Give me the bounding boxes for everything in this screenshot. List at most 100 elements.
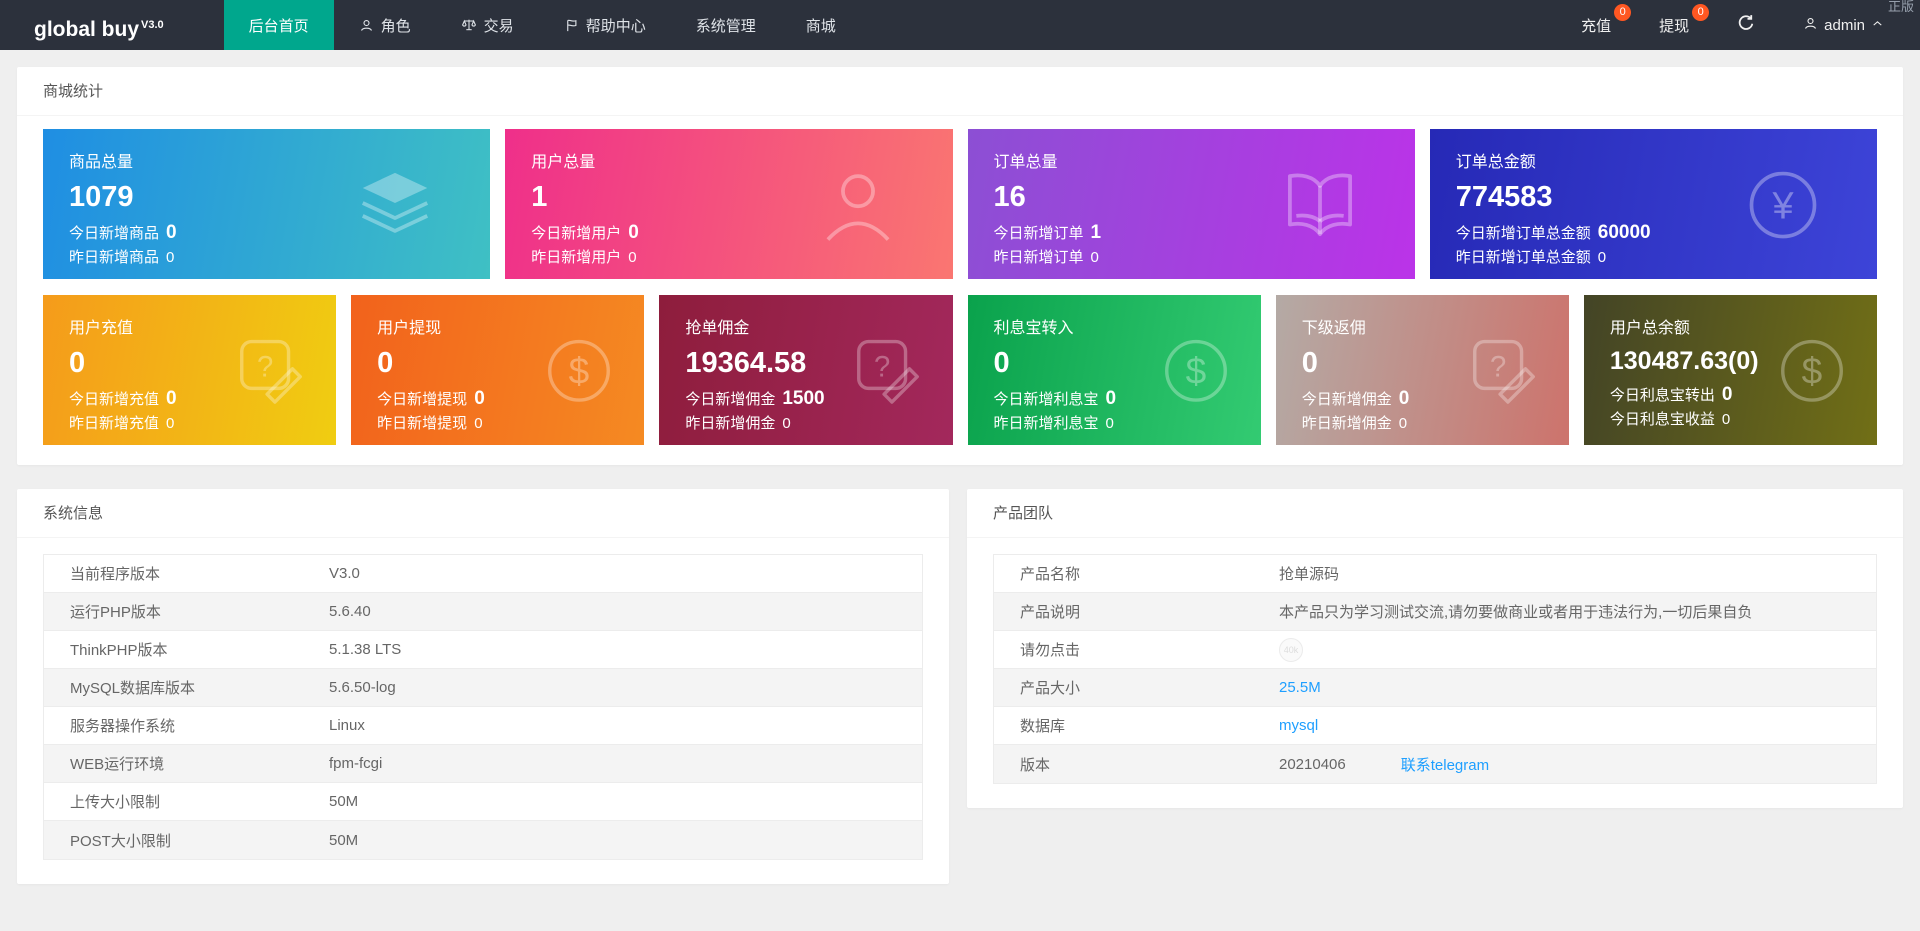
open-book-icon xyxy=(1277,162,1363,253)
refresh-button[interactable] xyxy=(1713,0,1779,50)
table-row: POST大小限制 50M xyxy=(44,821,922,859)
menu-item-dashboard[interactable]: 后台首页 xyxy=(223,0,334,50)
stat-card-user-balance: 用户总余额 130487.63(0) 今日利息宝转出 0 今日利息宝收益 0 $ xyxy=(1583,295,1878,445)
stats-row-1: 商品总量 1079 今日新增商品 0 昨日新增商品 0 用户总量 1 今日新增用户 0… xyxy=(43,129,1877,279)
user-icon xyxy=(359,18,374,33)
row-label: 服务器操作系统 xyxy=(70,718,176,735)
flag-icon xyxy=(564,18,579,33)
version-value: 20210406 xyxy=(1279,755,1346,773)
row-value: 5.6.50-log xyxy=(329,679,396,696)
system-info-panel: 系统信息 当前程序版本 V3.0 运行PHP版本 5.6.40 ThinkPHP版本… xyxy=(17,489,949,884)
withdraw-label: 提现 xyxy=(1659,17,1690,35)
stat-line2-value: 0 xyxy=(474,415,483,432)
stat-line2-label: 昨日新增商品 xyxy=(69,249,160,266)
row-value: 5.6.40 xyxy=(329,603,371,620)
stat-line2-value: 0 xyxy=(1105,415,1114,432)
table-row: 产品大小 25.5M xyxy=(994,669,1876,707)
stat-card-users-total: 用户总量 1 今日新增用户 0 昨日新增用户 0 xyxy=(505,129,953,279)
user-menu[interactable]: admin xyxy=(1779,0,1920,50)
stat-line1-value: 60000 xyxy=(1597,222,1651,243)
menu-item-label: 角色 xyxy=(380,17,411,35)
svg-text:?: ? xyxy=(874,352,890,384)
table-row: ThinkPHP版本 5.1.38 LTS xyxy=(44,631,922,669)
row-label: MySQL数据库版本 xyxy=(70,680,196,697)
row-label: 运行PHP版本 xyxy=(70,604,161,621)
person-icon xyxy=(815,162,901,253)
row-label: 产品说明 xyxy=(1020,604,1081,621)
stat-card-order-amount: 订单总金额 774583 今日新增订单总金额 60000 昨日新增订单总金额 0 ¥ xyxy=(1429,129,1877,279)
svg-text:$: $ xyxy=(1185,349,1206,391)
stat-line1-label: 今日新增用户 xyxy=(531,225,622,242)
stat-line2-value: 0 xyxy=(1090,249,1099,266)
navbar-right: 充值 0 提现 0 admin xyxy=(1557,0,1920,50)
scales-icon xyxy=(461,17,477,33)
stat-line2-label: 昨日新增佣金 xyxy=(685,415,776,432)
stat-line1-value: 0 xyxy=(166,222,177,243)
menu-item-label: 系统管理 xyxy=(695,17,756,35)
svg-text:$: $ xyxy=(1802,349,1823,391)
table-row: 服务器操作系统 Linux xyxy=(44,707,922,745)
table-row: 产品名称 抢单源码 xyxy=(994,555,1876,593)
svg-text:?: ? xyxy=(1490,352,1506,384)
withdraw-badge: 0 xyxy=(1692,4,1710,21)
page-content: 商城统计 商品总量 1079 今日新增商品 0 昨日新增商品 0 用户总量 1 今日… xyxy=(0,50,1920,884)
menu-item-trade[interactable]: 交易 xyxy=(436,0,539,50)
top-navbar: 正版 global buy V3.0 后台首页 角色 交易 帮助中心 系统管理 商… xyxy=(0,0,1920,50)
product-team-panel: 产品团队 产品名称 抢单源码 产品说明 本产品只为学习测试交流,请勿要做商业或者用于… xyxy=(967,489,1903,808)
clipboard-question-icon: ? xyxy=(232,332,310,415)
stat-line2-label: 昨日新增订单 xyxy=(993,249,1084,266)
mall-stats-panel: 商城统计 商品总量 1079 今日新增商品 0 昨日新增商品 0 用户总量 1 今日… xyxy=(17,67,1903,465)
recharge-button[interactable]: 充值 0 xyxy=(1557,0,1635,50)
menu-item-roles[interactable]: 角色 xyxy=(334,0,436,50)
chevron-up-icon xyxy=(1871,17,1884,34)
stat-line2-label: 昨日新增提现 xyxy=(377,415,468,432)
row-value: 抢单源码 xyxy=(1279,566,1340,583)
table-row: 运行PHP版本 5.6.40 xyxy=(44,593,922,631)
brand-version: V3.0 xyxy=(141,19,164,31)
product-size-link[interactable]: 25.5M xyxy=(1279,679,1321,696)
system-info-table: 当前程序版本 V3.0 运行PHP版本 5.6.40 ThinkPHP版本 5.1.3… xyxy=(43,554,923,860)
database-link[interactable]: mysql xyxy=(1279,717,1318,734)
row-value: fpm-fcgi xyxy=(329,755,383,772)
mall-stats-title: 商城统计 xyxy=(17,67,1903,116)
recharge-label: 充值 xyxy=(1581,17,1612,35)
dollar-circle-icon: $ xyxy=(1157,332,1235,415)
brand-logo[interactable]: global buy V3.0 xyxy=(0,0,224,50)
menu-item-label: 交易 xyxy=(483,17,514,35)
withdraw-button[interactable]: 提现 0 xyxy=(1635,0,1713,50)
stat-card-order-commission: 抢单佣金 19364.58 今日新增佣金 1500 昨日新增佣金 0 ? xyxy=(659,295,953,445)
bottom-panels: 系统信息 当前程序版本 V3.0 运行PHP版本 5.6.40 ThinkPHP版本… xyxy=(17,489,1903,884)
stat-line2-value: 0 xyxy=(1721,411,1731,428)
refresh-icon xyxy=(1737,14,1755,36)
clipboard-question-icon: ? xyxy=(849,332,927,415)
stat-line2-label: 今日利息宝收益 xyxy=(1609,411,1715,428)
stat-line1-value: 0 xyxy=(1398,388,1410,409)
stat-line1-value: 0 xyxy=(1721,384,1733,405)
row-value: Linux xyxy=(329,717,365,734)
main-menu: 后台首页 角色 交易 帮助中心 系统管理 商城 xyxy=(223,0,861,50)
row-label: 数据库 xyxy=(1020,718,1066,735)
tiny-circle-badge[interactable]: 40k xyxy=(1279,637,1303,662)
stat-line1-label: 今日新增利息宝 xyxy=(993,391,1099,408)
svg-text:?: ? xyxy=(257,352,273,384)
svg-text:$: $ xyxy=(569,349,590,391)
stat-line2-value: 0 xyxy=(1597,249,1607,266)
stat-line1-value: 0 xyxy=(474,388,485,409)
menu-item-mall[interactable]: 商城 xyxy=(781,0,861,50)
stat-line1-label: 今日新增订单 xyxy=(993,225,1084,242)
row-label: WEB运行环境 xyxy=(70,756,165,773)
stat-line2-value: 0 xyxy=(1398,415,1408,432)
stat-line2-value: 0 xyxy=(166,249,175,266)
row-value: 50M xyxy=(329,831,359,849)
telegram-link[interactable]: 联系telegram xyxy=(1401,754,1489,775)
stat-line1-label: 今日新增佣金 xyxy=(685,391,776,408)
table-row: 版本 20210406 联系telegram xyxy=(994,745,1876,783)
row-value: V3.0 xyxy=(329,565,360,582)
menu-item-help-center[interactable]: 帮助中心 xyxy=(539,0,671,50)
table-row: 数据库 mysql xyxy=(994,707,1876,745)
menu-item-system[interactable]: 系统管理 xyxy=(671,0,781,50)
stat-line2-value: 0 xyxy=(628,249,637,266)
yen-circle-icon: ¥ xyxy=(1741,163,1825,252)
row-value: 5.1.38 LTS xyxy=(329,641,402,658)
stat-line1-label: 今日利息宝转出 xyxy=(1609,387,1715,404)
